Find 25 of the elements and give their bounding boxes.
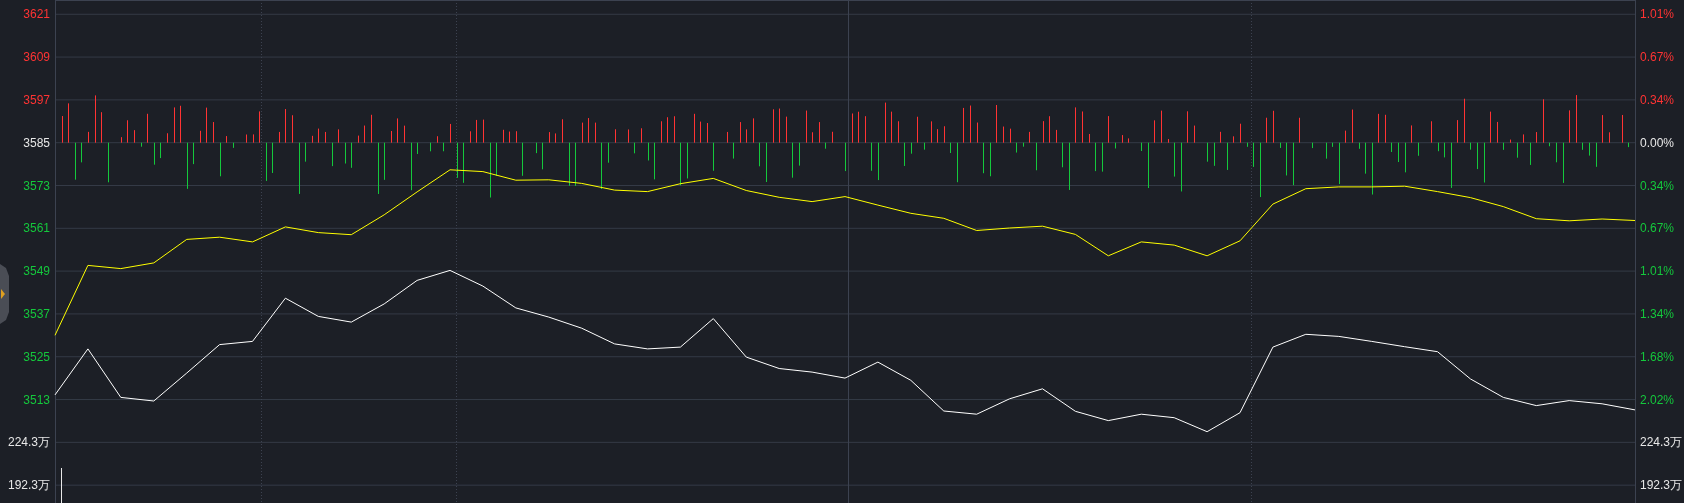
- axis-label: 0.34%: [1640, 92, 1675, 107]
- axis-label: 192.3万: [1640, 478, 1683, 493]
- axis-label: 1.01%: [1640, 7, 1675, 22]
- axis-label: 224.3万: [7, 435, 50, 450]
- axis-label: 3609: [23, 50, 50, 65]
- axis-label: 3561: [23, 221, 50, 236]
- axis-label: 3537: [23, 306, 50, 321]
- axis-label: 0.67%: [1640, 221, 1675, 236]
- axis-label: 0.34%: [1640, 178, 1675, 193]
- axis-label: 224.3万: [1640, 435, 1683, 450]
- axis-label: 1.68%: [1640, 349, 1675, 364]
- axis-label: 3597: [23, 92, 50, 107]
- axis-label: 0.67%: [1640, 50, 1675, 65]
- axis-label: 3621: [23, 7, 50, 22]
- axis-label: 3525: [23, 349, 50, 364]
- axis-label: 192.3万: [7, 478, 50, 493]
- axis-label: 3573: [23, 178, 50, 193]
- axis-label: 1.01%: [1640, 264, 1675, 279]
- axis-label: 3549: [23, 264, 50, 279]
- axis-label: 3585: [23, 135, 50, 150]
- axis-label: 0.00%: [1640, 135, 1675, 150]
- axis-label: 2.02%: [1640, 392, 1675, 407]
- axis-label: 3513: [23, 392, 50, 407]
- axis-label: 1.34%: [1640, 306, 1675, 321]
- collapse-handle[interactable]: [0, 264, 9, 324]
